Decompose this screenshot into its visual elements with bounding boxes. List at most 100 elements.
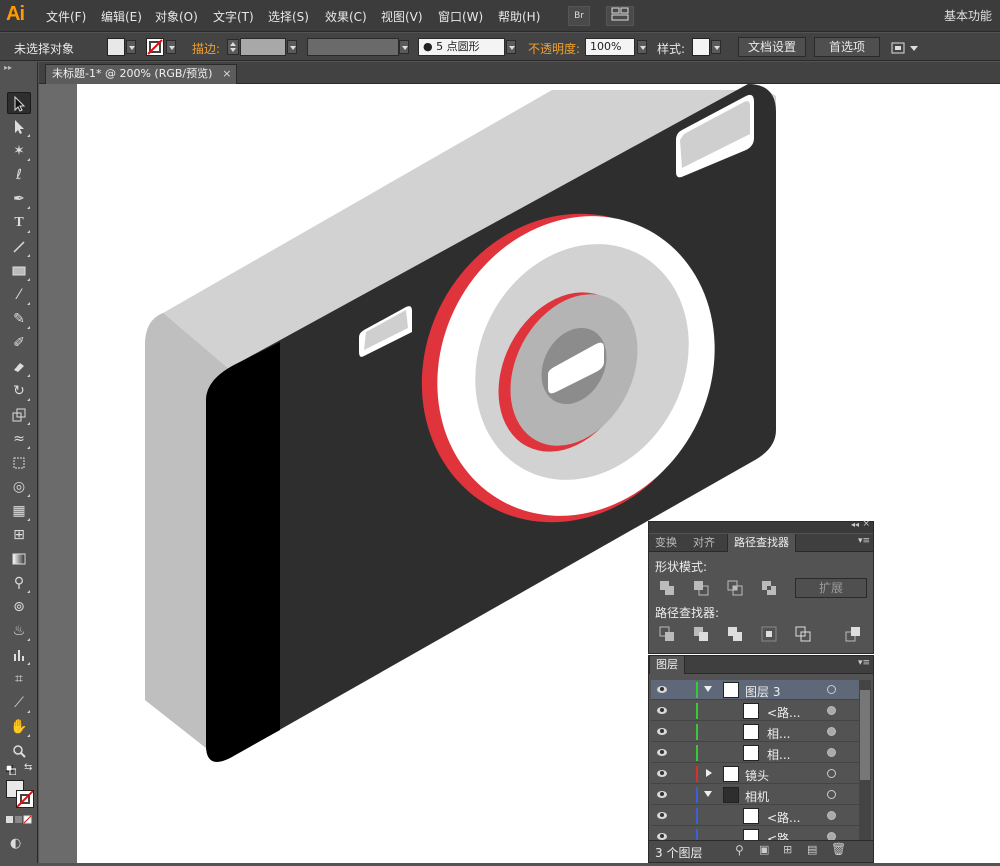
- layer-row[interactable]: 相机: [651, 785, 859, 805]
- menu-view[interactable]: 视图(V): [381, 8, 423, 25]
- layer-name[interactable]: 图层 3: [745, 683, 780, 700]
- arrange-documents-button[interactable]: [606, 6, 634, 26]
- layer-row[interactable]: 图层 3: [651, 680, 859, 700]
- shape-builder-tool[interactable]: ◎: [7, 476, 31, 498]
- column-graph-tool[interactable]: [7, 644, 31, 666]
- layers-menu-icon[interactable]: ▾≡: [858, 658, 870, 668]
- outline-icon[interactable]: [795, 626, 811, 642]
- default-colors-icon[interactable]: [5, 764, 17, 776]
- layer-row[interactable]: <路...: [651, 827, 859, 840]
- layer-row[interactable]: <路...: [651, 806, 859, 826]
- delete-layer-icon[interactable]: 🗑: [831, 842, 846, 856]
- layer-row[interactable]: <路...: [651, 701, 859, 721]
- menu-object[interactable]: 对象(O): [155, 8, 198, 25]
- menu-window[interactable]: 窗口(W): [438, 8, 483, 25]
- opacity-dropdown[interactable]: [637, 40, 647, 54]
- paintbrush-tool[interactable]: ⁄: [7, 284, 31, 306]
- close-tab-icon[interactable]: ×: [222, 65, 231, 83]
- line-tool[interactable]: [7, 236, 31, 258]
- pencil-tool[interactable]: ✎: [7, 308, 31, 330]
- trim-icon[interactable]: [693, 626, 709, 642]
- stroke-weight-field[interactable]: [240, 38, 286, 56]
- stroke-label[interactable]: 描边:: [192, 40, 220, 57]
- bridge-button[interactable]: Br: [568, 6, 590, 26]
- menu-select[interactable]: 选择(S): [268, 8, 309, 25]
- layer-name[interactable]: <路...: [767, 830, 801, 840]
- scale-tool[interactable]: [7, 404, 31, 426]
- locate-object-icon[interactable]: ⚲: [735, 843, 744, 857]
- workspace-switcher[interactable]: 基本功能: [944, 7, 992, 24]
- zoom-tool[interactable]: [7, 740, 31, 762]
- unite-icon[interactable]: [659, 580, 675, 596]
- clipping-mask-icon[interactable]: ▣: [759, 843, 769, 856]
- document-setup-button[interactable]: 文档设置: [738, 37, 806, 57]
- magic-wand-tool[interactable]: ✶: [7, 140, 31, 162]
- selection-tool[interactable]: [7, 92, 31, 114]
- target-icon[interactable]: [827, 811, 836, 820]
- minus-back-icon[interactable]: [845, 626, 861, 642]
- stroke-weight-stepper[interactable]: [227, 39, 239, 55]
- stroke-swatch[interactable]: [146, 38, 164, 56]
- target-icon[interactable]: [827, 832, 836, 840]
- pen-tool[interactable]: ✒: [7, 188, 31, 210]
- blob-brush-tool[interactable]: ✐: [7, 332, 31, 354]
- close-panel-icon[interactable]: ×: [862, 519, 870, 529]
- layer-name[interactable]: <路...: [767, 704, 801, 721]
- new-sublayer-icon[interactable]: ⊞: [783, 843, 792, 856]
- layer-name[interactable]: <路...: [767, 809, 801, 826]
- free-transform-tool[interactable]: [7, 452, 31, 474]
- layer-row[interactable]: 镜头: [651, 764, 859, 784]
- tab-layers[interactable]: 图层: [649, 656, 685, 674]
- layer-name[interactable]: 相...: [767, 725, 790, 742]
- menu-type[interactable]: 文字(T): [213, 8, 254, 25]
- stroke-dropdown[interactable]: [166, 40, 176, 54]
- minus-front-icon[interactable]: [693, 580, 709, 596]
- target-icon[interactable]: [827, 727, 836, 736]
- lasso-tool[interactable]: ℓ: [7, 164, 31, 186]
- target-icon[interactable]: [827, 748, 836, 757]
- visibility-eye-icon[interactable]: [657, 812, 667, 819]
- brush-definition[interactable]: ● 5 点圆形: [418, 38, 505, 56]
- target-icon[interactable]: [827, 769, 836, 778]
- menu-edit[interactable]: 编辑(E): [101, 8, 142, 25]
- menu-effect[interactable]: 效果(C): [325, 8, 367, 25]
- stroke-weight-dropdown[interactable]: [287, 40, 297, 54]
- mesh-tool[interactable]: ⊞: [7, 524, 31, 546]
- visibility-eye-icon[interactable]: [657, 791, 667, 798]
- blend-tool[interactable]: ⊚: [7, 596, 31, 618]
- layer-name[interactable]: 相机: [745, 788, 769, 805]
- type-tool[interactable]: T: [7, 212, 31, 234]
- stroke-color-box[interactable]: [16, 790, 34, 808]
- layer-row[interactable]: 相...: [651, 722, 859, 742]
- profile-dropdown[interactable]: [399, 40, 409, 54]
- expand-caret-icon[interactable]: [704, 686, 712, 692]
- target-icon[interactable]: [827, 706, 836, 715]
- exclude-icon[interactable]: [761, 580, 777, 596]
- menu-help[interactable]: 帮助(H): [498, 8, 540, 25]
- panel-menu-icon[interactable]: ▾≡: [858, 536, 870, 546]
- visibility-eye-icon[interactable]: [657, 686, 667, 693]
- collapse-icon[interactable]: ▸▸: [4, 64, 34, 72]
- visibility-eye-icon[interactable]: [657, 749, 667, 756]
- menu-file[interactable]: 文件(F): [46, 8, 86, 25]
- tab-transform[interactable]: 变换: [649, 534, 683, 552]
- graphic-style-dropdown[interactable]: [711, 40, 721, 54]
- direct-selection-tool[interactable]: [7, 116, 31, 138]
- graphic-style-swatch[interactable]: [692, 38, 710, 56]
- eyedropper-tool[interactable]: ⚲: [7, 572, 31, 594]
- color-mode-buttons[interactable]: [6, 814, 34, 824]
- layers-scrollbar[interactable]: [859, 680, 871, 840]
- tab-pathfinder[interactable]: 路径查找器: [727, 534, 796, 552]
- preferences-button[interactable]: 首选项: [814, 37, 880, 57]
- drawing-mode-icon[interactable]: ◐: [10, 836, 30, 852]
- hand-tool[interactable]: ✋: [7, 716, 31, 738]
- artboard-tool[interactable]: ⌗: [7, 668, 31, 690]
- rectangle-tool[interactable]: [7, 260, 31, 282]
- opacity-field[interactable]: 100%: [585, 38, 635, 56]
- intersect-icon[interactable]: [727, 580, 743, 596]
- eraser-tool[interactable]: [7, 356, 31, 378]
- width-tool[interactable]: ≈: [7, 428, 31, 450]
- swap-colors-icon[interactable]: ⇆: [24, 762, 36, 774]
- layer-name[interactable]: 相...: [767, 746, 790, 763]
- gradient-tool[interactable]: [7, 548, 31, 570]
